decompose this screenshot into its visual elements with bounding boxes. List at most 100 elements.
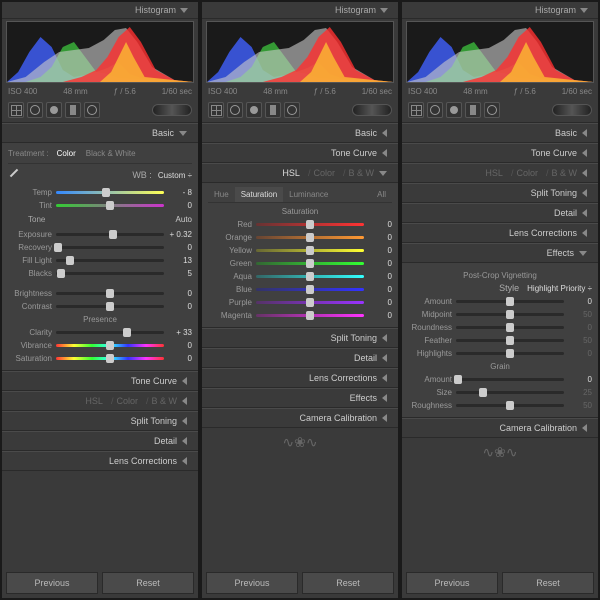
- brightness-slider[interactable]: [56, 288, 164, 298]
- grain-rough-value[interactable]: 50: [564, 401, 592, 410]
- spot-tool-icon[interactable]: [427, 102, 443, 118]
- histogram-chart[interactable]: [206, 21, 394, 83]
- grad-tool-icon[interactable]: [65, 102, 81, 118]
- section-effects[interactable]: Effects: [402, 243, 598, 263]
- section-hsl[interactable]: HSL/Color/B & W: [2, 391, 198, 411]
- reset-button[interactable]: Reset: [502, 572, 594, 594]
- blue-slider[interactable]: [256, 284, 364, 294]
- roundness-slider[interactable]: [456, 322, 564, 332]
- fill-value[interactable]: 13: [164, 256, 192, 265]
- section-detail[interactable]: Detail: [202, 348, 398, 368]
- aqua-value[interactable]: 0: [364, 272, 392, 281]
- redeye-tool-icon[interactable]: [246, 102, 262, 118]
- grain-rough-slider[interactable]: [456, 400, 564, 410]
- section-detail[interactable]: Detail: [2, 431, 198, 451]
- histogram-chart[interactable]: [406, 21, 594, 83]
- aqua-slider[interactable]: [256, 271, 364, 281]
- histogram-header[interactable]: Histogram: [2, 2, 198, 19]
- brush-tool-icon[interactable]: [284, 102, 300, 118]
- grain-amount-value[interactable]: 0: [564, 375, 592, 384]
- amount-slider[interactable]: [456, 296, 564, 306]
- vibrance-slider[interactable]: [56, 340, 164, 350]
- tab-saturation[interactable]: Saturation: [235, 187, 283, 202]
- previous-button[interactable]: Previous: [406, 572, 498, 594]
- red-slider[interactable]: [256, 219, 364, 229]
- histogram-header[interactable]: Histogram: [402, 2, 598, 19]
- feather-value[interactable]: 50: [564, 336, 592, 345]
- brightness-value[interactable]: 0: [164, 289, 192, 298]
- section-basic[interactable]: Basic: [202, 123, 398, 143]
- saturation-value[interactable]: 0: [164, 354, 192, 363]
- crop-tool-icon[interactable]: [408, 102, 424, 118]
- section-split-toning[interactable]: Split Toning: [2, 411, 198, 431]
- crop-tool-icon[interactable]: [208, 102, 224, 118]
- clarity-slider[interactable]: [56, 327, 164, 337]
- redeye-tool-icon[interactable]: [446, 102, 462, 118]
- contrast-slider[interactable]: [56, 301, 164, 311]
- red-value[interactable]: 0: [364, 220, 392, 229]
- section-hsl[interactable]: HSL/Color/B & W: [402, 163, 598, 183]
- section-lens[interactable]: Lens Corrections: [202, 368, 398, 388]
- section-tone-curve[interactable]: Tone Curve: [2, 371, 198, 391]
- section-camera[interactable]: Camera Calibration: [402, 418, 598, 438]
- treatment-bw[interactable]: Black & White: [86, 149, 136, 158]
- yellow-value[interactable]: 0: [364, 246, 392, 255]
- purple-slider[interactable]: [256, 297, 364, 307]
- histogram-header[interactable]: Histogram: [202, 2, 398, 19]
- tint-value[interactable]: 0: [164, 201, 192, 210]
- exposure-value[interactable]: + 0.32: [164, 230, 192, 239]
- clarity-value[interactable]: + 33: [164, 328, 192, 337]
- section-detail[interactable]: Detail: [402, 203, 598, 223]
- redeye-tool-icon[interactable]: [46, 102, 62, 118]
- highlights-value[interactable]: 0: [564, 349, 592, 358]
- grain-size-value[interactable]: 25: [564, 388, 592, 397]
- midpoint-slider[interactable]: [456, 309, 564, 319]
- roundness-value[interactable]: 0: [564, 323, 592, 332]
- highlights-slider[interactable]: [456, 348, 564, 358]
- section-effects[interactable]: Effects: [202, 388, 398, 408]
- grain-amount-slider[interactable]: [456, 374, 564, 384]
- tab-all[interactable]: All: [371, 187, 392, 202]
- brush-tool-icon[interactable]: [84, 102, 100, 118]
- tint-slider[interactable]: [56, 200, 164, 210]
- section-basic[interactable]: Basic: [402, 123, 598, 143]
- eyedropper-icon[interactable]: [8, 168, 22, 182]
- section-split-toning[interactable]: Split Toning: [202, 328, 398, 348]
- wb-dropdown[interactable]: Custom ÷: [158, 171, 192, 180]
- section-lens[interactable]: Lens Corrections: [402, 223, 598, 243]
- tool-size-wheel[interactable]: [352, 104, 392, 116]
- contrast-value[interactable]: 0: [164, 302, 192, 311]
- section-lens[interactable]: Lens Corrections: [2, 451, 198, 471]
- tab-hue[interactable]: Hue: [208, 187, 235, 202]
- section-camera[interactable]: Camera Calibration: [202, 408, 398, 428]
- histogram-chart[interactable]: [6, 21, 194, 83]
- section-tone-curve[interactable]: Tone Curve: [202, 143, 398, 163]
- previous-button[interactable]: Previous: [6, 572, 98, 594]
- recovery-slider[interactable]: [56, 242, 164, 252]
- midpoint-value[interactable]: 50: [564, 310, 592, 319]
- vibrance-value[interactable]: 0: [164, 341, 192, 350]
- reset-button[interactable]: Reset: [102, 572, 194, 594]
- tool-size-wheel[interactable]: [152, 104, 192, 116]
- section-tone-curve[interactable]: Tone Curve: [402, 143, 598, 163]
- amount-value[interactable]: 0: [564, 297, 592, 306]
- spot-tool-icon[interactable]: [27, 102, 43, 118]
- exposure-slider[interactable]: [56, 229, 164, 239]
- previous-button[interactable]: Previous: [206, 572, 298, 594]
- magenta-slider[interactable]: [256, 310, 364, 320]
- orange-slider[interactable]: [256, 232, 364, 242]
- brush-tool-icon[interactable]: [484, 102, 500, 118]
- grad-tool-icon[interactable]: [265, 102, 281, 118]
- tab-luminance[interactable]: Luminance: [283, 187, 334, 202]
- section-hsl[interactable]: HSL/Color/B & W: [202, 163, 398, 183]
- green-slider[interactable]: [256, 258, 364, 268]
- magenta-value[interactable]: 0: [364, 311, 392, 320]
- crop-tool-icon[interactable]: [8, 102, 24, 118]
- feather-slider[interactable]: [456, 335, 564, 345]
- section-split-toning[interactable]: Split Toning: [402, 183, 598, 203]
- fill-slider[interactable]: [56, 255, 164, 265]
- recovery-value[interactable]: 0: [164, 243, 192, 252]
- blue-value[interactable]: 0: [364, 285, 392, 294]
- temp-slider[interactable]: [56, 187, 164, 197]
- treatment-color[interactable]: Color: [57, 149, 76, 158]
